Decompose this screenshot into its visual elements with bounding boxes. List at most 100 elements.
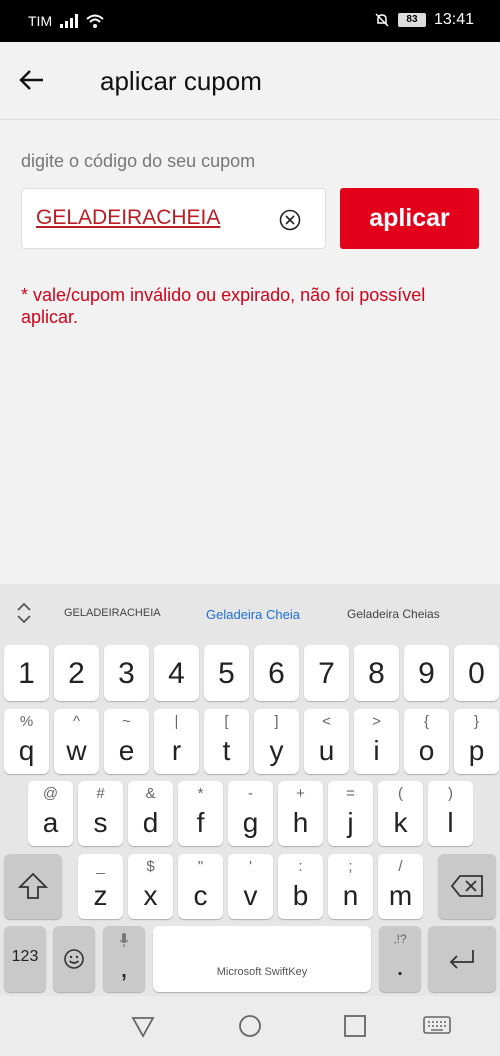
key-2-label: 2 bbox=[68, 657, 85, 690]
back-button[interactable] bbox=[14, 62, 50, 98]
key-f-alt: * bbox=[197, 785, 204, 802]
key-n-alt: ; bbox=[348, 858, 353, 875]
comma-key-label: , bbox=[120, 952, 128, 983]
key-c-alt: " bbox=[197, 858, 204, 875]
symbols-key[interactable]: 123 bbox=[4, 926, 46, 992]
expand-toggle-icon[interactable] bbox=[14, 602, 34, 624]
key-i[interactable]: > i bbox=[354, 709, 399, 774]
key-t[interactable]: [t bbox=[204, 709, 249, 774]
key-9[interactable]: 9 bbox=[404, 645, 449, 701]
key-g-alt: - bbox=[248, 785, 253, 802]
key-n[interactable]: ; n bbox=[328, 854, 373, 919]
period-key[interactable]: ,!? . bbox=[379, 926, 421, 992]
key-k[interactable]: (k bbox=[378, 781, 423, 846]
key-j[interactable]: = j bbox=[328, 781, 373, 846]
key-v[interactable]: ' v bbox=[228, 854, 273, 919]
key-m[interactable]: / m bbox=[378, 854, 423, 919]
key-o[interactable]: {o bbox=[404, 709, 449, 774]
key-r-alt: | bbox=[174, 713, 179, 730]
key-u[interactable]: < u bbox=[304, 709, 349, 774]
key-a[interactable]: @ a bbox=[28, 781, 73, 846]
key-0-label: 0 bbox=[468, 657, 485, 690]
key-c-label: c bbox=[193, 880, 208, 911]
space-key[interactable]: Microsoft SwiftKey bbox=[153, 926, 371, 992]
key-e-label: e bbox=[118, 735, 135, 766]
key-b-alt: : bbox=[298, 858, 303, 875]
key-j-label: j bbox=[347, 807, 354, 838]
key-x-label: x bbox=[143, 880, 158, 911]
key-u-label: u bbox=[318, 735, 335, 766]
key-4[interactable]: 4 bbox=[154, 645, 199, 701]
period-key-alt: ,!? bbox=[393, 932, 407, 946]
comma-key[interactable]: , bbox=[103, 926, 145, 992]
key-5-label: 5 bbox=[218, 657, 235, 690]
suggestion-1[interactable]: GELADEIRACHEIA bbox=[64, 607, 161, 619]
key-f[interactable]: * f bbox=[178, 781, 223, 846]
key-2[interactable]: 2 bbox=[54, 645, 99, 701]
key-7[interactable]: 7 bbox=[304, 645, 349, 701]
clear-button[interactable] bbox=[279, 209, 301, 231]
key-b[interactable]: :b bbox=[278, 854, 323, 919]
key-q-label: q bbox=[18, 735, 35, 766]
key-5[interactable]: 5 bbox=[204, 645, 249, 701]
key-p[interactable]: } p bbox=[454, 709, 499, 774]
shift-key[interactable] bbox=[4, 854, 62, 919]
backspace-key[interactable] bbox=[438, 854, 496, 919]
key-7-label: 7 bbox=[318, 657, 335, 690]
key-g[interactable]: -g bbox=[228, 781, 273, 846]
key-x[interactable]: $ x bbox=[128, 854, 173, 919]
key-o-alt: { bbox=[423, 713, 429, 730]
key-1[interactable]: 1 bbox=[4, 645, 49, 701]
key-s-label: s bbox=[93, 807, 108, 838]
apply-button[interactable]: aplicar bbox=[340, 188, 479, 249]
nav-keyboard-icon[interactable] bbox=[423, 1014, 451, 1038]
key-z[interactable]: _ z bbox=[78, 854, 123, 919]
emoji-key[interactable] bbox=[53, 926, 95, 992]
key-y[interactable]: ] y bbox=[254, 709, 299, 774]
backspace-icon bbox=[451, 875, 483, 897]
nav-home-icon[interactable] bbox=[238, 1014, 262, 1038]
key-q-alt: % bbox=[19, 713, 34, 730]
key-8[interactable]: 8 bbox=[354, 645, 399, 701]
key-e[interactable]: ~ e bbox=[104, 709, 149, 774]
key-3[interactable]: 3 bbox=[104, 645, 149, 701]
key-m-alt: / bbox=[398, 858, 403, 875]
coupon-input[interactable]: GELADEIRACHEIA bbox=[21, 188, 326, 249]
key-l-alt: ) bbox=[448, 785, 453, 802]
clock: 13:41 bbox=[433, 11, 474, 28]
key-r[interactable]: | r bbox=[154, 709, 199, 774]
key-p-label: p bbox=[468, 735, 485, 766]
enter-icon bbox=[449, 950, 474, 969]
key-y-label: y bbox=[269, 735, 284, 766]
app-bar: aplicar cupom bbox=[0, 42, 500, 120]
nav-recents-icon[interactable] bbox=[343, 1014, 367, 1038]
key-9-label: 9 bbox=[418, 657, 435, 690]
suggestion-2[interactable]: Geladeira Cheia bbox=[206, 607, 300, 622]
key-i-alt: > bbox=[372, 713, 381, 730]
key-8-label: 8 bbox=[368, 657, 385, 690]
carrier-label: TIM bbox=[28, 13, 53, 29]
key-4-label: 4 bbox=[168, 657, 185, 690]
suggestion-3[interactable]: Geladeira Cheias bbox=[347, 607, 440, 621]
key-w[interactable]: ^ w bbox=[54, 709, 99, 774]
key-w-alt: ^ bbox=[72, 713, 81, 730]
key-q[interactable]: % q bbox=[4, 709, 49, 774]
key-n-label: n bbox=[342, 880, 359, 911]
coupon-input-value[interactable]: GELADEIRACHEIA bbox=[36, 206, 220, 230]
nav-back-icon[interactable] bbox=[131, 1014, 155, 1038]
suggestion-bar: GELADEIRACHEIA Geladeira Cheia Geladeira… bbox=[0, 584, 500, 642]
key-s-alt: # bbox=[96, 785, 105, 802]
key-0[interactable]: 0 bbox=[454, 645, 499, 701]
key-l[interactable]: ) l bbox=[428, 781, 473, 846]
key-d[interactable]: & d bbox=[128, 781, 173, 846]
enter-key[interactable] bbox=[428, 926, 496, 992]
key-g-label: g bbox=[242, 807, 259, 838]
key-k-label: k bbox=[393, 807, 408, 838]
key-v-label: v bbox=[243, 880, 258, 911]
key-x-alt: $ bbox=[146, 858, 155, 875]
key-c[interactable]: " c bbox=[178, 854, 223, 919]
key-h[interactable]: + h bbox=[278, 781, 323, 846]
key-s[interactable]: # s bbox=[78, 781, 123, 846]
key-6[interactable]: 6 bbox=[254, 645, 299, 701]
key-h-label: h bbox=[292, 807, 309, 838]
